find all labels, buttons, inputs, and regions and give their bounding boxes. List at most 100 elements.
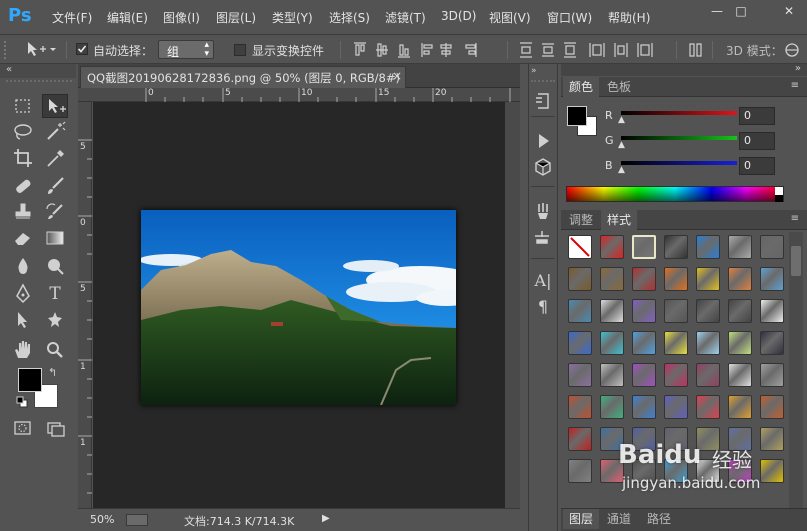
options-bar-grip[interactable]: [4, 41, 8, 59]
tab-adjustments[interactable]: 调整: [563, 210, 599, 230]
style-preset-swatch[interactable]: [600, 363, 624, 387]
style-preset-swatch[interactable]: [728, 299, 752, 323]
marquee-tool-icon[interactable]: [10, 94, 36, 118]
color-panel-foreground-swatch[interactable]: [567, 106, 587, 126]
status-menu-arrow-icon[interactable]: ▶: [322, 513, 330, 524]
gradient-tool-icon[interactable]: [42, 226, 68, 250]
paragraph-panel-icon[interactable]: ¶: [531, 296, 555, 318]
style-preset-swatch[interactable]: [568, 299, 592, 323]
style-preset-swatch[interactable]: [696, 395, 720, 419]
tab-color[interactable]: 颜色: [563, 77, 600, 97]
shape-tool-icon[interactable]: [42, 308, 68, 332]
screen-mode-icon[interactable]: [46, 420, 66, 441]
style-preset-swatch[interactable]: [760, 363, 784, 387]
move-tool-preset-icon[interactable]: [26, 40, 56, 58]
eyedropper-tool-icon[interactable]: [42, 146, 68, 170]
crop-tool-icon[interactable]: [10, 146, 36, 170]
tab-styles[interactable]: 样式: [601, 210, 638, 230]
maximize-button[interactable]: □: [730, 3, 752, 19]
path-selection-tool-icon[interactable]: [10, 308, 36, 332]
style-preset-swatch[interactable]: [696, 267, 720, 291]
style-preset-swatch[interactable]: [568, 427, 592, 451]
tools-grip[interactable]: [6, 80, 72, 86]
style-preset-swatch[interactable]: [760, 395, 784, 419]
menu-view[interactable]: 视图(V): [489, 9, 531, 26]
spectrum-black-cell[interactable]: [775, 195, 783, 202]
style-preset-swatch[interactable]: [600, 267, 624, 291]
blur-tool-icon[interactable]: [10, 254, 36, 278]
style-preset-swatch[interactable]: [632, 395, 656, 419]
style-preset-swatch[interactable]: [664, 299, 688, 323]
type-tool-icon[interactable]: T: [42, 282, 68, 306]
document-tab[interactable]: QQ截图20190628172836.png @ 50% (图层 0, RGB/…: [80, 66, 406, 88]
style-preset-swatch[interactable]: [600, 395, 624, 419]
styles-scroll-thumb[interactable]: [791, 246, 801, 276]
menu-image[interactable]: 图像(I): [163, 9, 200, 26]
style-preset-swatch[interactable]: [728, 235, 752, 259]
style-preset-swatch[interactable]: [696, 235, 720, 259]
menu-filter[interactable]: 滤镜(T): [385, 9, 426, 26]
menu-window[interactable]: 窗口(W): [547, 9, 592, 26]
collapse-arrows-icon[interactable]: «: [6, 64, 12, 75]
move-tool-icon[interactable]: [42, 94, 68, 118]
blue-slider-track[interactable]: [621, 161, 737, 165]
foreground-color-swatch-top[interactable]: [18, 368, 42, 392]
tab-channels[interactable]: 通道: [601, 509, 637, 529]
clone-stamp-tool-icon[interactable]: [10, 200, 36, 224]
style-preset-swatch[interactable]: [568, 331, 592, 355]
style-preset-swatch[interactable]: [728, 267, 752, 291]
lasso-tool-icon[interactable]: [10, 120, 36, 144]
style-preset-swatch[interactable]: [728, 395, 752, 419]
style-preset-swatch[interactable]: [664, 331, 688, 355]
style-preset-swatch[interactable]: [568, 363, 592, 387]
style-preset-swatch[interactable]: [600, 331, 624, 355]
style-preset-swatch[interactable]: [728, 363, 752, 387]
panel-menu-icon[interactable]: ≡: [791, 80, 799, 91]
blue-slider-handle-icon[interactable]: ▲: [618, 165, 625, 175]
status-options-icon[interactable]: [126, 514, 148, 526]
menu-3d[interactable]: 3D(D): [441, 9, 476, 23]
style-preset-swatch[interactable]: [760, 235, 784, 259]
tools-panel-header[interactable]: «: [0, 64, 76, 78]
quick-mask-icon[interactable]: [14, 420, 32, 439]
style-preset-swatch[interactable]: [632, 363, 656, 387]
canvas-vertical-scrollbar[interactable]: [505, 102, 520, 508]
style-preset-swatch[interactable]: [760, 267, 784, 291]
pen-tool-icon[interactable]: [10, 282, 36, 306]
auto-select-dropdown[interactable]: 组 ▴ ▾: [158, 40, 214, 59]
clone-source-icon[interactable]: [531, 226, 555, 248]
character-panel-icon[interactable]: A|: [531, 270, 555, 292]
red-slider-track[interactable]: [621, 111, 737, 115]
actions-panel-icon[interactable]: [531, 130, 555, 152]
style-preset-swatch[interactable]: [600, 299, 624, 323]
spectrum-white-cell[interactable]: [775, 187, 783, 195]
style-preset-swatch[interactable]: [600, 235, 624, 259]
color-spectrum-bar[interactable]: [566, 186, 784, 202]
panel-menu-icon[interactable]: ≡: [791, 213, 799, 224]
red-value-field[interactable]: 0: [739, 107, 775, 125]
close-button[interactable]: ✕: [778, 3, 800, 19]
history-brush-tool-icon[interactable]: [42, 200, 68, 224]
menu-layer[interactable]: 图层(L): [216, 9, 256, 26]
menu-type[interactable]: 类型(Y): [272, 9, 313, 26]
style-preset-swatch[interactable]: [632, 331, 656, 355]
style-preset-swatch[interactable]: [568, 395, 592, 419]
tab-paths[interactable]: 路径: [641, 509, 677, 529]
style-preset-swatch[interactable]: [728, 331, 752, 355]
style-preset-swatch[interactable]: [632, 299, 656, 323]
show-transform-checkbox[interactable]: [234, 44, 246, 56]
tab-layers[interactable]: 图层: [563, 509, 600, 529]
style-preset-swatch[interactable]: [664, 267, 688, 291]
auto-select-checkbox[interactable]: [76, 43, 88, 55]
brush-presets-icon[interactable]: [531, 200, 555, 222]
zoom-level[interactable]: 50%: [90, 513, 114, 526]
green-value-field[interactable]: 0: [739, 132, 775, 150]
style-preset-swatch[interactable]: [760, 331, 784, 355]
zoom-tool-icon[interactable]: [42, 338, 68, 362]
style-preset-swatch[interactable]: [664, 363, 688, 387]
style-preset-swatch[interactable]: [568, 459, 592, 483]
document-tab-close-icon[interactable]: ×: [392, 69, 402, 83]
red-slider-handle-icon[interactable]: ▲: [618, 115, 625, 125]
style-preset-swatch[interactable]: [632, 267, 656, 291]
healing-brush-tool-icon[interactable]: [10, 174, 36, 198]
